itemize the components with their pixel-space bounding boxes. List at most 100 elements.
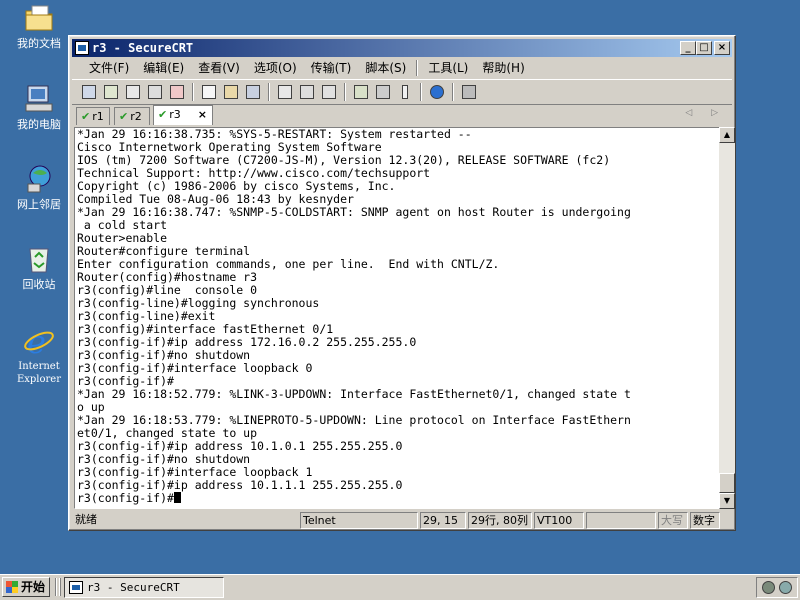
quicklaunch-grip[interactable]: [59, 578, 61, 596]
desktop-icon-my-documents[interactable]: 我的文档: [6, 2, 72, 50]
recycle-bin-icon: [23, 243, 55, 275]
taskbar-button-securecrt[interactable]: r3 - SecureCRT: [64, 577, 224, 598]
terminal-line: r3(config)#line console 0: [77, 283, 258, 297]
session-options-icon[interactable]: [352, 83, 370, 101]
terminal-line: r3(config-if)#ip address 10.1.1.1 255.25…: [77, 478, 403, 492]
status-emulation: VT100: [534, 512, 584, 529]
tray-icon[interactable]: [762, 581, 775, 594]
status-caps-lock: 大写: [658, 512, 688, 529]
terminal-line: o up: [77, 400, 105, 414]
terminal-view[interactable]: *Jan 29 16:16:38.735: %SYS-5-RESTART: Sy…: [74, 127, 720, 509]
disconnect-icon[interactable]: [168, 83, 186, 101]
windows-logo-icon: [6, 581, 18, 593]
taskbar-button-label: r3 - SecureCRT: [87, 581, 180, 594]
terminal-line: Cisco Internetwork Operating System Soft…: [77, 140, 382, 154]
copy-icon[interactable]: [200, 83, 218, 101]
about-icon[interactable]: [460, 83, 478, 101]
global-options-icon[interactable]: [374, 83, 392, 101]
tab-r1[interactable]: ✔ r1: [76, 107, 110, 125]
check-icon: ✔: [81, 110, 91, 123]
reconnect-icon[interactable]: [146, 83, 164, 101]
status-size: 29行, 80列: [468, 512, 532, 529]
maximize-button[interactable]: □: [696, 41, 712, 55]
my-documents-icon: [23, 2, 55, 34]
connect-icon[interactable]: [80, 83, 98, 101]
print-screen-icon[interactable]: [320, 83, 338, 101]
terminal-line: r3(config-if)#ip address 10.1.0.1 255.25…: [77, 439, 403, 453]
status-num-lock: 数字: [690, 512, 720, 529]
tray-icon[interactable]: [779, 581, 792, 594]
find-icon[interactable]: [244, 83, 262, 101]
terminal-line: r3(config)#interface fastEthernet 0/1: [77, 322, 334, 336]
securecrt-app-icon[interactable]: [75, 41, 89, 55]
menu-view[interactable]: 查看(V): [191, 59, 247, 77]
desktop-icon-my-computer[interactable]: 我的电脑: [6, 83, 72, 131]
system-tray: [756, 577, 798, 598]
desktop-icon-label: 我的电脑: [17, 118, 61, 131]
tab-label: r2: [130, 110, 142, 123]
tab-label: r3: [169, 108, 181, 121]
menu-options[interactable]: 选项(O): [247, 59, 304, 77]
terminal-line: r3(config-if)#no shutdown: [77, 348, 251, 362]
svg-text:e: e: [27, 325, 46, 357]
toolbar-separator: [420, 83, 422, 101]
taskbar-divider: [55, 578, 57, 596]
menu-script[interactable]: 脚本(S): [358, 59, 413, 77]
terminal-line: a cold start: [83, 218, 168, 232]
my-computer-icon: [23, 83, 55, 115]
menu-bar: 文件(F) 编辑(E) 查看(V) 选项(O) 传输(T) 脚本(S) 工具(L…: [72, 58, 732, 78]
terminal-line: r3(config-if)#interface loopback 1: [77, 465, 313, 479]
scroll-up-icon[interactable]: ▲: [719, 127, 735, 143]
menu-tools[interactable]: 工具(L): [421, 59, 475, 77]
close-button[interactable]: ×: [714, 41, 730, 55]
quick-connect-icon[interactable]: [102, 83, 120, 101]
toolbar: [72, 79, 732, 105]
menu-transfer[interactable]: 传输(T): [304, 59, 359, 77]
terminal-prompt: r3(config-if)#: [77, 491, 174, 505]
status-empty: [586, 512, 656, 529]
terminal-line: Technical Support: http://www.cisco.com/…: [77, 166, 431, 180]
network-places-icon: [23, 163, 55, 195]
check-icon: ✔: [119, 110, 129, 123]
start-button[interactable]: 开始: [2, 577, 50, 597]
desktop-icon-network-places[interactable]: 网上邻居: [6, 163, 72, 211]
paste-icon[interactable]: [222, 83, 240, 101]
print-icon[interactable]: [298, 83, 316, 101]
desktop-icon-recycle-bin[interactable]: 回收站: [6, 243, 72, 291]
minimize-button[interactable]: _: [680, 41, 696, 55]
terminal-line: r3(config-if)#: [77, 374, 174, 388]
keymap-icon[interactable]: [396, 83, 414, 101]
print-setup-icon[interactable]: [276, 83, 294, 101]
terminal-line: Router#configure terminal: [77, 244, 251, 258]
securecrt-window: r3 - SecureCRT _ □ × 文件(F) 编辑(E) 查看(V) 选…: [68, 35, 736, 531]
terminal-line: r3(config-if)#interface loopback 0: [77, 361, 313, 375]
tab-scroll-arrows[interactable]: ◁ ▷: [685, 108, 726, 118]
terminal-line: *Jan 29 16:16:38.735: %SYS-5-RESTART: Sy…: [77, 127, 472, 141]
desktop-icon-internet-explorer[interactable]: e Internet Explorer: [6, 323, 72, 386]
menu-file[interactable]: 文件(F): [82, 59, 136, 77]
tab-close-icon[interactable]: ×: [198, 106, 207, 124]
title-bar[interactable]: r3 - SecureCRT _ □ ×: [72, 39, 732, 57]
scroll-down-icon[interactable]: ▼: [719, 493, 735, 509]
check-icon: ✔: [158, 108, 168, 121]
tab-r3[interactable]: ✔ r3 ×: [153, 105, 213, 125]
terminal-line: Copyright (c) 1986-2006 by cisco Systems…: [77, 179, 396, 193]
help-icon[interactable]: [428, 83, 446, 101]
tab-r2[interactable]: ✔ r2: [114, 107, 150, 125]
toolbar-separator: [452, 83, 454, 101]
terminal-line: *Jan 29 16:18:53.779: %LINEPROTO-5-UPDOW…: [77, 413, 631, 427]
menu-help[interactable]: 帮助(H): [475, 59, 531, 77]
internet-explorer-icon: e: [23, 323, 55, 361]
desktop-icon-label: 网上邻居: [17, 198, 61, 211]
tab-label: r1: [92, 110, 104, 123]
terminal-line: r3(config-if)#no shutdown: [77, 452, 251, 466]
connect-tab-icon[interactable]: [124, 83, 142, 101]
vertical-scrollbar[interactable]: ▲ ▼: [719, 127, 735, 509]
terminal-cursor: [173, 492, 181, 503]
scroll-thumb[interactable]: [719, 473, 735, 493]
terminal-line: r3(config-line)#logging synchronous: [77, 296, 320, 310]
terminal-output: *Jan 29 16:16:38.735: %SYS-5-RESTART: Sy…: [77, 128, 717, 505]
taskbar: 开始 r3 - SecureCRT: [0, 574, 800, 600]
menu-edit[interactable]: 编辑(E): [136, 59, 191, 77]
start-label: 开始: [21, 580, 46, 594]
